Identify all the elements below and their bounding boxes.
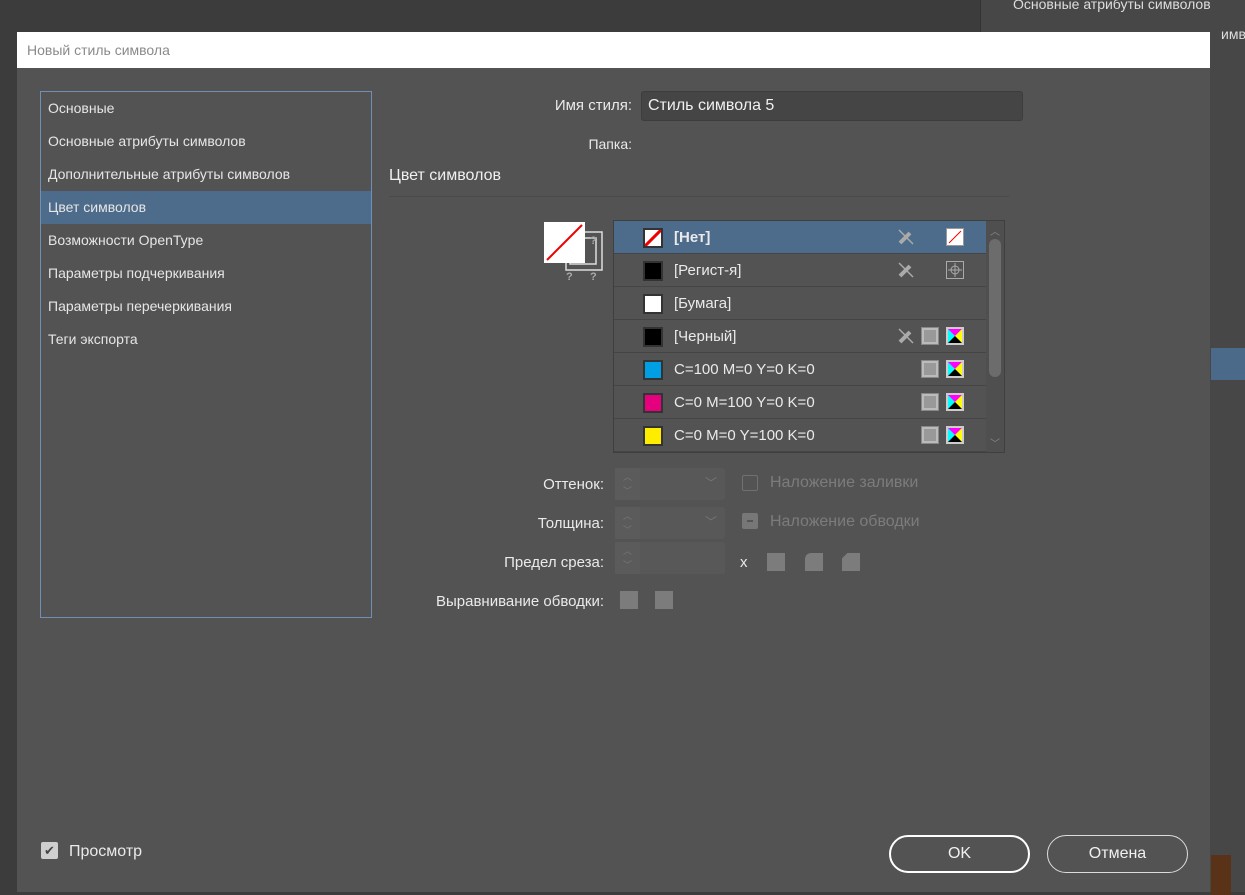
sidebar-item-underline[interactable]: Параметры подчеркивания — [41, 257, 371, 290]
swatch-row[interactable]: [Регист-я] — [614, 254, 1004, 287]
sidebar-item-strikethrough[interactable]: Параметры перечеркивания — [41, 290, 371, 323]
swatch-name: [Черный] — [674, 327, 737, 345]
process-icon — [921, 426, 939, 444]
no-edit-icon — [897, 228, 915, 246]
miter-limit-spinner[interactable]: ︿ ﹀ — [615, 542, 725, 574]
svg-text:?: ? — [590, 235, 597, 247]
preview-label[interactable]: Просмотр — [69, 843, 142, 861]
background-panel-item-partial: имво — [1221, 26, 1245, 42]
sidebar-item-advanced-char-formats[interactable]: Дополнительные атрибуты символов — [41, 158, 371, 191]
bevel-join-icon[interactable] — [842, 553, 860, 571]
stepper-icon[interactable]: ︿ ﹀ — [615, 542, 640, 574]
chevron-down-icon[interactable]: ﹀ — [705, 513, 717, 530]
miter-join-icon[interactable] — [767, 553, 785, 571]
swatch-name: [Нет] — [674, 228, 711, 246]
tint-label: Оттенок: — [543, 476, 604, 493]
swatch-list[interactable]: [Нет] [Регист-я] [Бумага] [Черный] C=100 M=0… — [613, 220, 1005, 453]
overprint-stroke-label: Наложение обводки — [770, 513, 920, 530]
preview-checkbox[interactable]: ✔ — [41, 842, 58, 859]
miter-limit-label: Предел среза: — [504, 554, 604, 571]
swatch-row[interactable]: C=0 M=0 Y=100 K=0 — [614, 419, 1004, 452]
stroke-align-label: Выравнивание обводки: — [435, 593, 604, 610]
scroll-down-icon[interactable]: ﹀ — [990, 435, 1000, 450]
divider — [389, 196, 1009, 197]
swatch-name: C=0 M=0 Y=100 K=0 — [674, 426, 815, 444]
scroll-up-icon[interactable]: ︿ — [990, 223, 1000, 238]
sidebar-item-export-tags[interactable]: Теги экспорта — [41, 323, 371, 356]
miter-x-label: x — [740, 554, 748, 571]
align-inside-icon[interactable] — [655, 591, 673, 609]
no-edit-icon — [897, 261, 915, 279]
cmyk-icon — [946, 393, 964, 411]
swatch-row[interactable]: [Нет] — [614, 221, 1004, 254]
background-panel-item: Основные атрибуты символов — [1013, 0, 1211, 12]
cancel-button[interactable]: Отмена — [1047, 835, 1188, 873]
style-name-label: Имя стиля: — [554, 97, 632, 114]
swatch-row[interactable]: C=0 M=100 Y=0 K=0 — [614, 386, 1004, 419]
swatch-row[interactable]: [Бумага] — [614, 287, 1004, 320]
style-name-input[interactable] — [641, 91, 1023, 121]
swatch-name: [Бумага] — [674, 294, 732, 312]
process-icon — [921, 393, 939, 411]
sidebar-item-char-color[interactable]: Цвет символов — [41, 191, 371, 224]
svg-text:?: ? — [590, 271, 597, 283]
sidebar-item-basic-char-formats[interactable]: Основные атрибуты символов — [41, 125, 371, 158]
weight-label: Толщина: — [537, 515, 604, 532]
overprint-fill-checkbox[interactable] — [742, 475, 758, 491]
overprint-stroke-checkbox[interactable] — [742, 513, 758, 529]
stepper-icon[interactable]: ︿ ﹀ — [615, 468, 640, 500]
tint-spinner[interactable]: ︿ ﹀ ﹀ — [615, 468, 725, 500]
swatch-row[interactable]: [Черный] — [614, 320, 1004, 353]
process-icon — [921, 360, 939, 378]
cmyk-icon — [946, 426, 964, 444]
overprint-fill-label: Наложение заливки — [770, 474, 919, 491]
align-center-icon[interactable] — [620, 591, 638, 609]
round-join-icon[interactable] — [805, 553, 823, 571]
scrollbar-thumb[interactable] — [989, 239, 1001, 377]
stepper-icon[interactable]: ︿ ﹀ — [615, 507, 640, 539]
swatch-name: [Регист-я] — [674, 261, 742, 279]
cmyk-icon — [946, 360, 964, 378]
no-edit-icon — [897, 327, 915, 345]
section-title: Цвет символов — [389, 167, 502, 184]
swatch-color-chip — [643, 327, 663, 347]
sidebar-item-general[interactable]: Основные — [41, 92, 371, 125]
ok-button[interactable]: OK — [889, 835, 1030, 873]
process-icon — [921, 327, 939, 345]
folder-label: Папка: — [588, 136, 632, 152]
swatch-color-chip — [643, 228, 663, 248]
swatch-name: C=100 M=0 Y=0 K=0 — [674, 360, 815, 378]
chevron-down-icon[interactable]: ﹀ — [705, 474, 717, 491]
cmyk-icon — [946, 327, 964, 345]
dialog-title: Новый стиль символа — [17, 32, 1210, 68]
swatch-color-chip — [643, 393, 663, 413]
swatch-color-chip — [643, 294, 663, 314]
background-image — [1211, 855, 1231, 895]
swatch-name: C=0 M=100 Y=0 K=0 — [674, 393, 815, 411]
registration-icon — [946, 261, 964, 279]
swatch-row[interactable]: C=100 M=0 Y=0 K=0 — [614, 353, 1004, 386]
weight-spinner[interactable]: ︿ ﹀ ﹀ — [615, 507, 725, 539]
swatch-color-chip — [643, 360, 663, 380]
fill-stroke-preview-icon: ? ? ? — [544, 222, 603, 283]
swatch-color-chip — [643, 426, 663, 446]
background-highlight — [1211, 348, 1245, 380]
sidebar-item-opentype[interactable]: Возможности OpenType — [41, 224, 371, 257]
new-character-style-dialog: Новый стиль символа Основные Основные ат… — [17, 32, 1210, 892]
none-icon — [946, 228, 964, 246]
swatch-list-scrollbar[interactable]: ︿ ﹀ — [986, 221, 1004, 452]
category-list: Основные Основные атрибуты символов Допо… — [40, 91, 372, 618]
svg-text:?: ? — [566, 271, 573, 283]
swatch-color-chip — [643, 261, 663, 281]
